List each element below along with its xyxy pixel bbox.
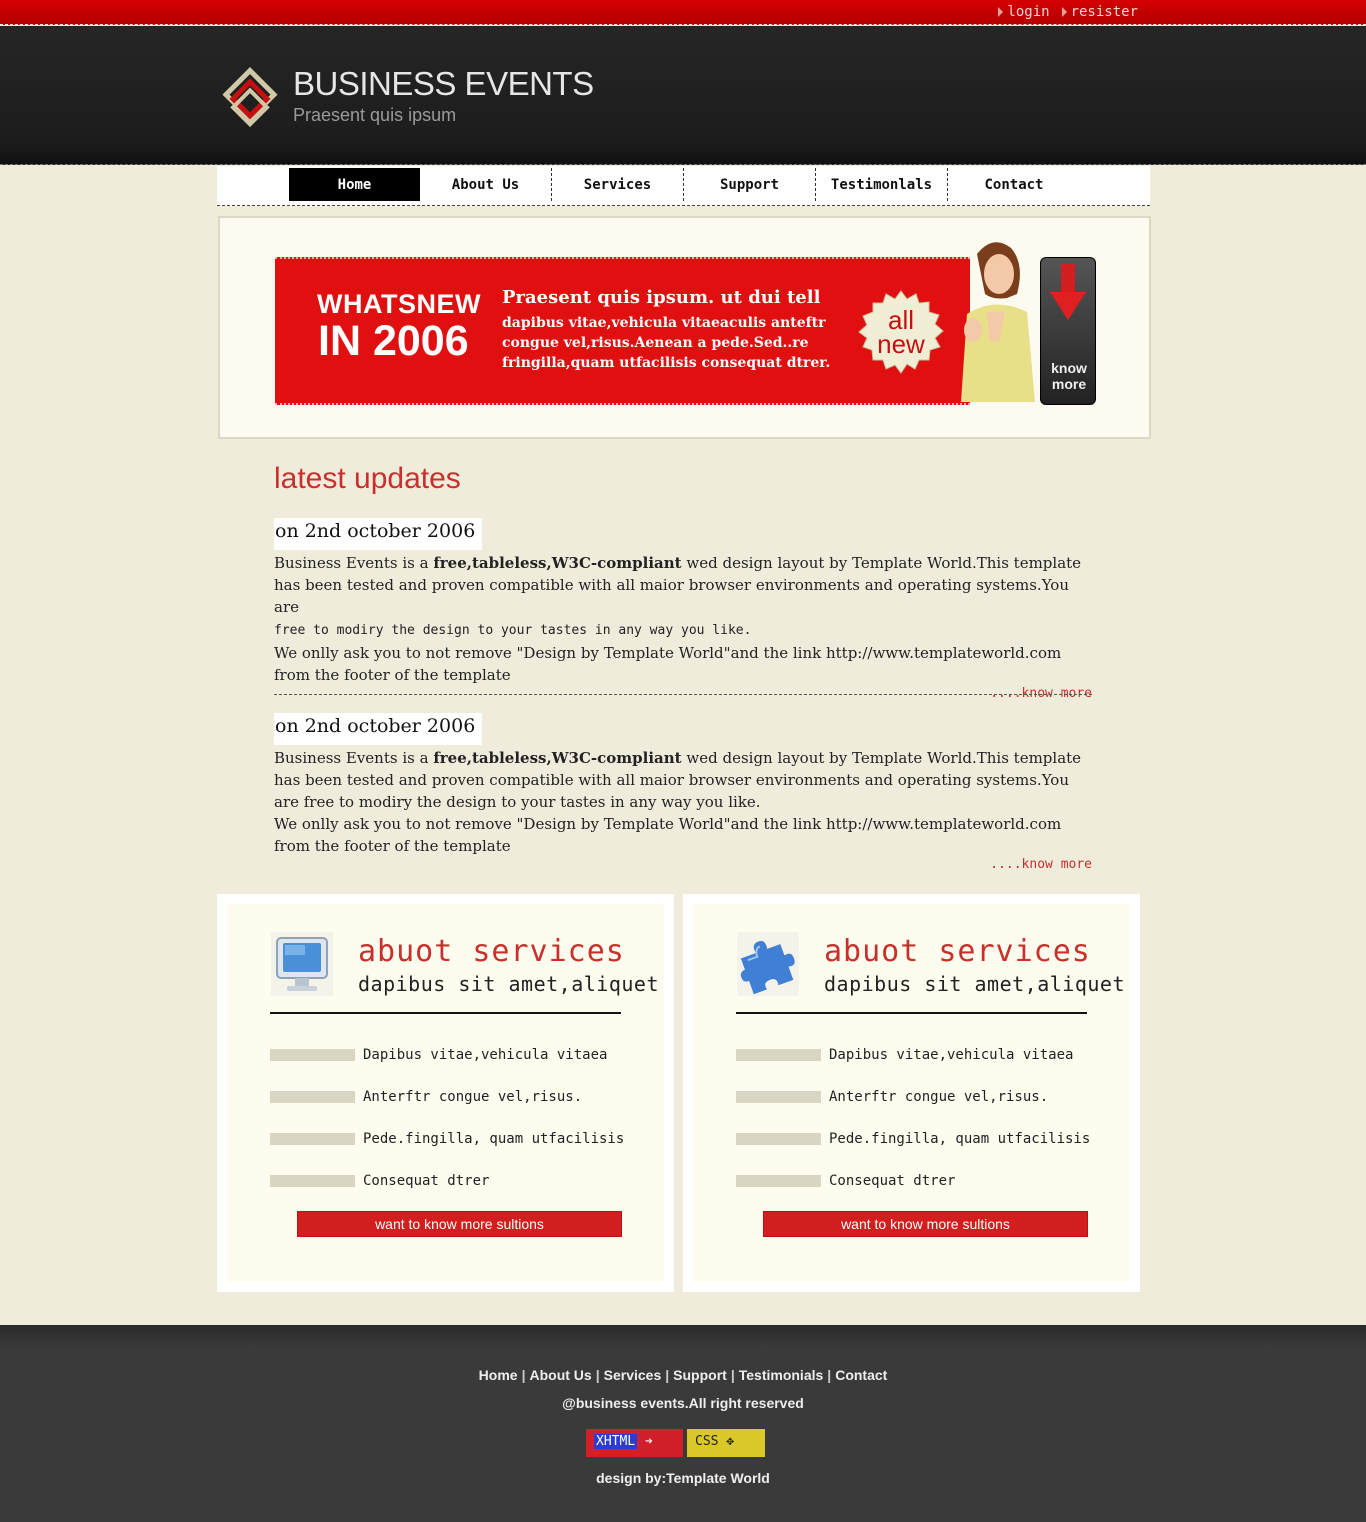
nav-testimonials[interactable]: Testimonlals bbox=[816, 168, 948, 201]
design-credit: design by:Template World bbox=[596, 1470, 770, 1486]
service-panel: abuot services dapibus sit amet,aliquet … bbox=[683, 894, 1140, 1292]
news-post: on 2nd october 2006 Business Events is a… bbox=[274, 713, 1092, 872]
service-rule bbox=[270, 1012, 621, 1014]
know-more-button[interactable]: know more bbox=[1040, 257, 1096, 405]
promo-banner[interactable]: WHATSNEW IN 2006 Praesent quis ipsum. ut… bbox=[275, 257, 970, 405]
logo-icon bbox=[222, 67, 278, 128]
list-item: Consequat dtrer bbox=[270, 1160, 624, 1202]
footer-link-home[interactable]: Home bbox=[479, 1367, 518, 1383]
banner-text: dapibus vitae,vehicula vitaeaculis antef… bbox=[502, 315, 831, 371]
footer-link-about[interactable]: About Us bbox=[529, 1367, 591, 1383]
copyright: @business events.All right reserved bbox=[562, 1395, 804, 1411]
post-date: on 2nd october 2006 bbox=[274, 713, 482, 745]
list-item: Anterftr congue vel,risus. bbox=[736, 1076, 1090, 1118]
service-rule bbox=[736, 1012, 1087, 1014]
main-nav: Home About Us Services Support Testimonl… bbox=[217, 166, 1150, 206]
seal-line-2: new bbox=[877, 329, 925, 359]
know-more-line-1: know bbox=[1051, 360, 1087, 376]
post-body: Business Events is a free,tableless,W3C-… bbox=[274, 554, 1082, 684]
service-list: Dapibus vitae,vehicula vitaea Anterftr c… bbox=[736, 1034, 1090, 1202]
css-badge[interactable]: CSS ✥ bbox=[687, 1429, 765, 1457]
nav-home[interactable]: Home bbox=[289, 168, 420, 201]
site-title: BUSINESS EVENTS bbox=[293, 65, 594, 102]
down-arrow-icon bbox=[1050, 264, 1086, 320]
service-subtitle: dapibus sit amet,aliquet bbox=[824, 972, 1125, 996]
service-subtitle: dapibus sit amet,aliquet bbox=[358, 972, 659, 996]
site-footer: Home | About Us | Services | Support | Testimoni… bbox=[0, 1325, 1366, 1522]
footer-link-services[interactable]: Services bbox=[604, 1367, 662, 1383]
all-new-seal-icon: all new bbox=[858, 290, 944, 374]
service-list: Dapibus vitae,vehicula vitaea Anterftr c… bbox=[270, 1034, 624, 1202]
list-item: Pede.fingilla, quam utfacilisis bbox=[736, 1118, 1090, 1160]
arrow-icon bbox=[998, 7, 1004, 17]
know-more-solutions-button[interactable]: want to know more sultions bbox=[763, 1211, 1088, 1237]
footer-link-testimonials[interactable]: Testimonials bbox=[739, 1367, 824, 1383]
nav-contact[interactable]: Contact bbox=[948, 168, 1080, 201]
nav-about[interactable]: About Us bbox=[420, 168, 552, 201]
footer-link-contact[interactable]: Contact bbox=[835, 1367, 887, 1383]
list-item: Pede.fingilla, quam utfacilisis bbox=[270, 1118, 624, 1160]
site-header: BUSINESS EVENTS Praesent quis ipsum bbox=[0, 26, 1366, 165]
account-links: login resister bbox=[998, 4, 1138, 20]
list-item: Anterftr congue vel,risus. bbox=[270, 1076, 624, 1118]
post-divider bbox=[274, 694, 1092, 695]
footer-nav: Home | About Us | Services | Support | Testimoni… bbox=[478, 1367, 888, 1383]
post-body: Business Events is a free,tableless,W3C-… bbox=[274, 749, 1082, 855]
banner-year: IN 2006 bbox=[318, 317, 469, 365]
post-date: on 2nd october 2006 bbox=[274, 518, 482, 550]
xhtml-badge[interactable]: XHTML ➔ bbox=[586, 1429, 683, 1457]
site-tagline: Praesent quis ipsum bbox=[293, 105, 457, 125]
service-title: abuot services bbox=[824, 934, 1091, 969]
service-title: abuot services bbox=[358, 934, 625, 969]
footer-link-support[interactable]: Support bbox=[673, 1367, 727, 1383]
list-item: Dapibus vitae,vehicula vitaea bbox=[270, 1034, 624, 1076]
service-panel: abuot services dapibus sit amet,aliquet … bbox=[217, 894, 674, 1292]
updates-heading: latest updates bbox=[274, 462, 461, 495]
know-more-solutions-button[interactable]: want to know more sultions bbox=[297, 1211, 622, 1237]
banner-whatsnew: WHATSNEW bbox=[317, 289, 481, 319]
nav-services[interactable]: Services bbox=[552, 168, 684, 201]
top-bar: login resister bbox=[0, 0, 1366, 25]
computer-monitor-icon bbox=[271, 932, 333, 996]
know-more-line-2: more bbox=[1051, 376, 1087, 392]
register-link[interactable]: resister bbox=[1061, 4, 1138, 20]
puzzle-piece-icon bbox=[737, 932, 799, 996]
list-item: Consequat dtrer bbox=[736, 1160, 1090, 1202]
list-item: Dapibus vitae,vehicula vitaea bbox=[736, 1034, 1090, 1076]
arrow-icon bbox=[1061, 7, 1067, 17]
woman-photo bbox=[961, 242, 1035, 402]
login-link[interactable]: login bbox=[998, 4, 1050, 20]
know-more-link[interactable]: ....know more bbox=[274, 857, 1092, 872]
nav-support[interactable]: Support bbox=[684, 168, 816, 201]
banner-container: WHATSNEW IN 2006 Praesent quis ipsum. ut… bbox=[218, 216, 1151, 439]
news-post: on 2nd october 2006 Business Events is a… bbox=[274, 518, 1092, 701]
banner-heading: Praesent quis ipsum. ut dui tell bbox=[502, 287, 821, 308]
